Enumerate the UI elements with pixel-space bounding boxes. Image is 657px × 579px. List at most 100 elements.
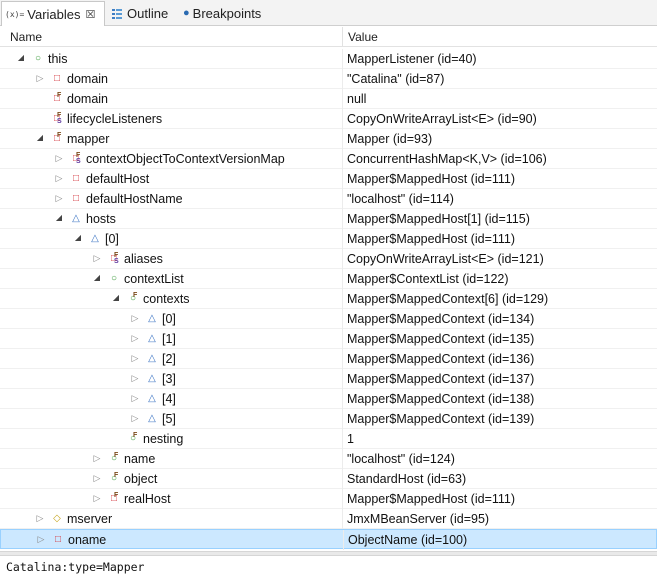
column-divider (342, 309, 343, 329)
column-divider[interactable] (342, 27, 343, 47)
expanded-arrow-icon[interactable]: ◢ (92, 273, 102, 283)
collapsed-arrow-icon[interactable]: ▷ (130, 413, 140, 423)
tree-row[interactable]: □ F S lifecycleListeners CopyOnWriteArrayLis… (0, 109, 657, 129)
column-divider (342, 349, 343, 369)
tree-row[interactable]: ▷ ◇ mserver JmxMBeanServer (id=95) (0, 509, 657, 529)
variable-value: "Catalina" (id=87) (347, 72, 445, 86)
tree-row[interactable]: ▷ △ [1] Mapper$MappedContext (id=135) (0, 329, 657, 349)
private-field-icon: □ (72, 173, 80, 184)
column-divider (342, 209, 343, 229)
variable-name: nesting (143, 432, 184, 446)
tree-row[interactable]: ◢ △ [0] Mapper$MappedHost (id=111) (0, 229, 657, 249)
collapsed-arrow-icon[interactable]: ▷ (92, 453, 102, 463)
column-divider (342, 109, 343, 129)
variable-name: aliases (124, 252, 163, 266)
package-field-icon: △ (148, 353, 156, 364)
column-divider (342, 189, 343, 209)
collapsed-arrow-icon[interactable]: ▷ (54, 193, 64, 203)
expanded-arrow-icon[interactable]: ◢ (54, 213, 64, 223)
tree-row[interactable]: ◢ □ F mapper Mapper (id=93) (0, 129, 657, 149)
expanded-arrow-icon[interactable]: ◢ (16, 53, 26, 63)
variable-value: Mapper$MappedContext[6] (id=129) (347, 292, 549, 306)
tree-row[interactable]: ○ F nesting 1 (0, 429, 657, 449)
collapsed-arrow-icon[interactable]: ▷ (54, 153, 64, 163)
tree-row[interactable]: ▷ △ [4] Mapper$MappedContext (id=138) (0, 389, 657, 409)
column-header-name[interactable]: Name (10, 30, 42, 44)
tree-row[interactable]: ▷ ○ F object StandardHost (id=63) (0, 469, 657, 489)
tree-row[interactable]: ▷ □ oname ObjectName (id=100) (0, 529, 657, 550)
tree-row[interactable]: ▷ □ F S contextObjectToContextVersionMap Conc… (0, 149, 657, 169)
collapsed-arrow-icon[interactable]: ▷ (92, 493, 102, 503)
tree-row[interactable]: ▷ △ [5] Mapper$MappedContext (id=139) (0, 409, 657, 429)
column-divider (342, 429, 343, 449)
collapsed-arrow-icon[interactable]: ▷ (130, 393, 140, 403)
variable-value: JmxMBeanServer (id=95) (347, 512, 490, 526)
public-final-field-icon: ○ F (129, 292, 138, 304)
expanded-arrow-icon[interactable]: ◢ (35, 133, 45, 143)
collapsed-arrow-icon[interactable]: ▷ (92, 253, 102, 263)
variable-value: Mapper$MappedContext (id=138) (347, 392, 535, 406)
private-field-icon: □ (72, 193, 80, 204)
variable-name: defaultHost (86, 172, 150, 186)
public-field-icon: ○ (110, 273, 118, 284)
tab-breakpoints[interactable]: ● Breakpoints (183, 1, 261, 25)
collapsed-arrow-icon[interactable]: ▷ (92, 473, 102, 483)
tree-row[interactable]: □ F domain null (0, 89, 657, 109)
tab-variables[interactable]: (x)= Variables ☒ (1, 1, 105, 26)
collapsed-arrow-icon[interactable]: ▷ (54, 173, 64, 183)
collapsed-arrow-icon[interactable]: ▷ (130, 353, 140, 363)
tree-row[interactable]: ▷ □ defaultHost Mapper$MappedHost (id=111) (0, 169, 657, 189)
column-divider (342, 289, 343, 309)
private-final-field-icon: □ F (53, 132, 62, 144)
tree-row[interactable]: ▷ □ F S aliases CopyOnWriteArrayList<E> (id=1… (0, 249, 657, 269)
tab-outline-label: Outline (127, 5, 169, 21)
public-final-field-icon: ○ F (129, 432, 138, 444)
collapsed-arrow-icon[interactable]: ▷ (35, 73, 45, 83)
expanded-arrow-icon[interactable]: ◢ (73, 233, 83, 243)
column-header-value[interactable]: Value (348, 30, 378, 44)
tree-row[interactable]: ▷ △ [0] Mapper$MappedContext (id=134) (0, 309, 657, 329)
variable-name: contexts (143, 292, 190, 306)
variable-name: defaultHostName (86, 192, 183, 206)
tree-row[interactable]: ◢ ○ this MapperListener (id=40) (0, 49, 657, 69)
private-final-sync-field-icon: □ F S (110, 252, 119, 265)
tree-row[interactable]: ◢ ○ F contexts Mapper$MappedContext[6] (id=1… (0, 289, 657, 309)
tab-outline[interactable]: Outline (110, 1, 168, 25)
tree-row[interactable]: ▷ △ [3] Mapper$MappedContext (id=137) (0, 369, 657, 389)
collapsed-arrow-icon[interactable]: ▷ (130, 373, 140, 383)
tree-row[interactable]: ▷ □ F realHost Mapper$MappedHost (id=111) (0, 489, 657, 509)
variables-icon: (x)= (5, 9, 25, 19)
column-divider (342, 229, 343, 249)
variable-value: Mapper$MappedHost (id=111) (347, 172, 516, 186)
tab-breakpoints-label: Breakpoints (192, 5, 262, 21)
variable-name: [5] (162, 412, 176, 426)
private-final-sync-field-icon: □ F S (53, 112, 62, 125)
collapsed-arrow-icon[interactable]: ▷ (35, 513, 45, 523)
variable-name: object (124, 472, 158, 486)
column-divider (342, 369, 343, 389)
collapsed-arrow-icon[interactable]: ▷ (36, 534, 46, 544)
tree-row[interactable]: ▷ △ [2] Mapper$MappedContext (id=136) (0, 349, 657, 369)
tree-row[interactable]: ▷ □ domain "Catalina" (id=87) (0, 69, 657, 89)
package-field-icon: △ (72, 213, 80, 224)
tree-row[interactable]: ◢ △ hosts Mapper$MappedHost[1] (id=115) (0, 209, 657, 229)
collapsed-arrow-icon[interactable]: ▷ (130, 333, 140, 343)
variable-value: "localhost" (id=124) (347, 452, 455, 466)
column-divider (342, 269, 343, 289)
tree-row[interactable]: ◢ ○ contextList Mapper$ContextList (id=122) (0, 269, 657, 289)
column-divider (342, 489, 343, 509)
protected-field-icon: ◇ (53, 513, 61, 524)
variable-value: Mapper$MappedContext (id=136) (347, 352, 535, 366)
close-icon[interactable]: ☒ (86, 8, 96, 21)
expanded-arrow-icon[interactable]: ◢ (111, 293, 121, 303)
column-divider (342, 329, 343, 349)
detail-pane[interactable]: Catalina:type=Mapper (0, 557, 657, 579)
variables-tree: ◢ ○ this MapperListener (id=40) ▷ □ domain "Cat… (0, 49, 657, 550)
tree-row[interactable]: ▷ ○ F name "localhost" (id=124) (0, 449, 657, 469)
package-field-icon: △ (148, 333, 156, 344)
column-divider (343, 530, 344, 550)
variable-name: [2] (162, 352, 176, 366)
collapsed-arrow-icon[interactable]: ▷ (130, 313, 140, 323)
detail-pane-sash[interactable] (0, 551, 657, 556)
tree-row[interactable]: ▷ □ defaultHostName "localhost" (id=114) (0, 189, 657, 209)
